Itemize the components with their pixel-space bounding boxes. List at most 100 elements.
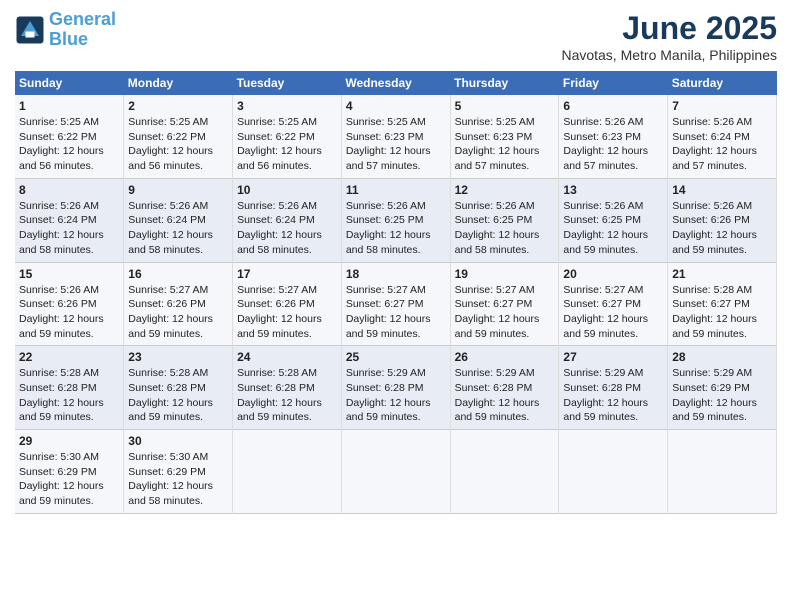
- page-header: General Blue June 2025 Navotas, Metro Ma…: [15, 10, 777, 63]
- sunset-label: Sunset: 6:27 PM: [455, 298, 533, 310]
- sunset-label: Sunset: 6:28 PM: [455, 382, 533, 394]
- day-number: 26: [455, 350, 555, 364]
- sunrise-label: Sunrise: 5:29 AM: [346, 367, 426, 379]
- day-number: 16: [128, 267, 228, 281]
- day-cell-1: 1 Sunrise: 5:25 AM Sunset: 6:22 PM Dayli…: [15, 95, 124, 178]
- sunrise-label: Sunrise: 5:26 AM: [237, 200, 317, 212]
- daylight-label: Daylight: 12 hours and 59 minutes.: [19, 313, 104, 340]
- sunrise-label: Sunrise: 5:27 AM: [455, 284, 535, 296]
- day-cell-16: 16 Sunrise: 5:27 AM Sunset: 6:26 PM Dayl…: [124, 262, 233, 346]
- sunset-label: Sunset: 6:24 PM: [237, 214, 315, 226]
- empty-cell: [559, 430, 668, 514]
- sunset-label: Sunset: 6:29 PM: [19, 466, 97, 478]
- daylight-label: Daylight: 12 hours and 59 minutes.: [128, 397, 213, 424]
- day-number: 12: [455, 183, 555, 197]
- daylight-label: Daylight: 12 hours and 59 minutes.: [346, 397, 431, 424]
- day-info: Sunrise: 5:26 AM Sunset: 6:24 PM Dayligh…: [19, 199, 119, 258]
- sunset-label: Sunset: 6:26 PM: [128, 298, 206, 310]
- day-info: Sunrise: 5:30 AM Sunset: 6:29 PM Dayligh…: [128, 450, 228, 509]
- day-info: Sunrise: 5:29 AM Sunset: 6:29 PM Dayligh…: [672, 366, 772, 425]
- day-cell-11: 11 Sunrise: 5:26 AM Sunset: 6:25 PM Dayl…: [341, 178, 450, 262]
- sunrise-label: Sunrise: 5:27 AM: [128, 284, 208, 296]
- day-number: 7: [672, 99, 772, 113]
- sunrise-label: Sunrise: 5:25 AM: [128, 116, 208, 128]
- logo-text: General Blue: [49, 10, 116, 50]
- sunrise-label: Sunrise: 5:29 AM: [455, 367, 535, 379]
- daylight-label: Daylight: 12 hours and 57 minutes.: [563, 145, 648, 172]
- day-info: Sunrise: 5:28 AM Sunset: 6:28 PM Dayligh…: [237, 366, 337, 425]
- daylight-label: Daylight: 12 hours and 59 minutes.: [19, 397, 104, 424]
- sunset-label: Sunset: 6:28 PM: [563, 382, 641, 394]
- daylight-label: Daylight: 12 hours and 59 minutes.: [672, 313, 757, 340]
- day-info: Sunrise: 5:26 AM Sunset: 6:24 PM Dayligh…: [128, 199, 228, 258]
- day-number: 2: [128, 99, 228, 113]
- sunrise-label: Sunrise: 5:29 AM: [563, 367, 643, 379]
- empty-cell: [450, 430, 559, 514]
- daylight-label: Daylight: 12 hours and 58 minutes.: [128, 229, 213, 256]
- day-info: Sunrise: 5:26 AM Sunset: 6:26 PM Dayligh…: [672, 199, 772, 258]
- sunset-label: Sunset: 6:24 PM: [19, 214, 97, 226]
- sunrise-label: Sunrise: 5:29 AM: [672, 367, 752, 379]
- header-wednesday: Wednesday: [341, 71, 450, 95]
- day-cell-13: 13 Sunrise: 5:26 AM Sunset: 6:25 PM Dayl…: [559, 178, 668, 262]
- day-number: 4: [346, 99, 446, 113]
- day-info: Sunrise: 5:27 AM Sunset: 6:26 PM Dayligh…: [128, 283, 228, 342]
- daylight-label: Daylight: 12 hours and 59 minutes.: [237, 313, 322, 340]
- sunrise-label: Sunrise: 5:26 AM: [19, 200, 99, 212]
- daylight-label: Daylight: 12 hours and 56 minutes.: [128, 145, 213, 172]
- sunrise-label: Sunrise: 5:25 AM: [237, 116, 317, 128]
- header-saturday: Saturday: [668, 71, 777, 95]
- sunset-label: Sunset: 6:26 PM: [19, 298, 97, 310]
- day-info: Sunrise: 5:28 AM Sunset: 6:28 PM Dayligh…: [128, 366, 228, 425]
- header-thursday: Thursday: [450, 71, 559, 95]
- sunset-label: Sunset: 6:25 PM: [563, 214, 641, 226]
- sunrise-label: Sunrise: 5:30 AM: [19, 451, 99, 463]
- sunset-label: Sunset: 6:28 PM: [346, 382, 424, 394]
- header-friday: Friday: [559, 71, 668, 95]
- week-row-1: 1 Sunrise: 5:25 AM Sunset: 6:22 PM Dayli…: [15, 95, 777, 178]
- day-info: Sunrise: 5:25 AM Sunset: 6:22 PM Dayligh…: [128, 115, 228, 174]
- day-cell-14: 14 Sunrise: 5:26 AM Sunset: 6:26 PM Dayl…: [668, 178, 777, 262]
- logo-icon: [15, 15, 45, 45]
- day-number: 17: [237, 267, 337, 281]
- sunset-label: Sunset: 6:25 PM: [455, 214, 533, 226]
- day-number: 6: [563, 99, 663, 113]
- sunset-label: Sunset: 6:28 PM: [237, 382, 315, 394]
- sunrise-label: Sunrise: 5:30 AM: [128, 451, 208, 463]
- sunrise-label: Sunrise: 5:27 AM: [237, 284, 317, 296]
- day-cell-5: 5 Sunrise: 5:25 AM Sunset: 6:23 PM Dayli…: [450, 95, 559, 178]
- sunrise-label: Sunrise: 5:26 AM: [455, 200, 535, 212]
- sunrise-label: Sunrise: 5:26 AM: [672, 116, 752, 128]
- daylight-label: Daylight: 12 hours and 59 minutes.: [455, 313, 540, 340]
- day-cell-10: 10 Sunrise: 5:26 AM Sunset: 6:24 PM Dayl…: [233, 178, 342, 262]
- week-row-3: 15 Sunrise: 5:26 AM Sunset: 6:26 PM Dayl…: [15, 262, 777, 346]
- day-info: Sunrise: 5:29 AM Sunset: 6:28 PM Dayligh…: [346, 366, 446, 425]
- sunrise-label: Sunrise: 5:26 AM: [128, 200, 208, 212]
- day-number: 10: [237, 183, 337, 197]
- day-cell-23: 23 Sunrise: 5:28 AM Sunset: 6:28 PM Dayl…: [124, 346, 233, 430]
- day-cell-4: 4 Sunrise: 5:25 AM Sunset: 6:23 PM Dayli…: [341, 95, 450, 178]
- sunrise-label: Sunrise: 5:26 AM: [563, 116, 643, 128]
- day-number: 15: [19, 267, 119, 281]
- sunset-label: Sunset: 6:22 PM: [19, 131, 97, 143]
- sunrise-label: Sunrise: 5:25 AM: [346, 116, 426, 128]
- day-number: 9: [128, 183, 228, 197]
- sunrise-label: Sunrise: 5:26 AM: [19, 284, 99, 296]
- title-area: June 2025 Navotas, Metro Manila, Philipp…: [561, 10, 777, 63]
- day-number: 27: [563, 350, 663, 364]
- logo: General Blue: [15, 10, 116, 50]
- week-row-5: 29 Sunrise: 5:30 AM Sunset: 6:29 PM Dayl…: [15, 430, 777, 514]
- day-cell-25: 25 Sunrise: 5:29 AM Sunset: 6:28 PM Dayl…: [341, 346, 450, 430]
- empty-cell: [668, 430, 777, 514]
- day-info: Sunrise: 5:25 AM Sunset: 6:22 PM Dayligh…: [237, 115, 337, 174]
- day-number: 29: [19, 434, 119, 448]
- day-number: 28: [672, 350, 772, 364]
- day-info: Sunrise: 5:28 AM Sunset: 6:27 PM Dayligh…: [672, 283, 772, 342]
- day-cell-24: 24 Sunrise: 5:28 AM Sunset: 6:28 PM Dayl…: [233, 346, 342, 430]
- sunset-label: Sunset: 6:25 PM: [346, 214, 424, 226]
- day-info: Sunrise: 5:25 AM Sunset: 6:23 PM Dayligh…: [455, 115, 555, 174]
- sunset-label: Sunset: 6:23 PM: [455, 131, 533, 143]
- day-info: Sunrise: 5:29 AM Sunset: 6:28 PM Dayligh…: [455, 366, 555, 425]
- sunrise-label: Sunrise: 5:26 AM: [672, 200, 752, 212]
- day-info: Sunrise: 5:27 AM Sunset: 6:26 PM Dayligh…: [237, 283, 337, 342]
